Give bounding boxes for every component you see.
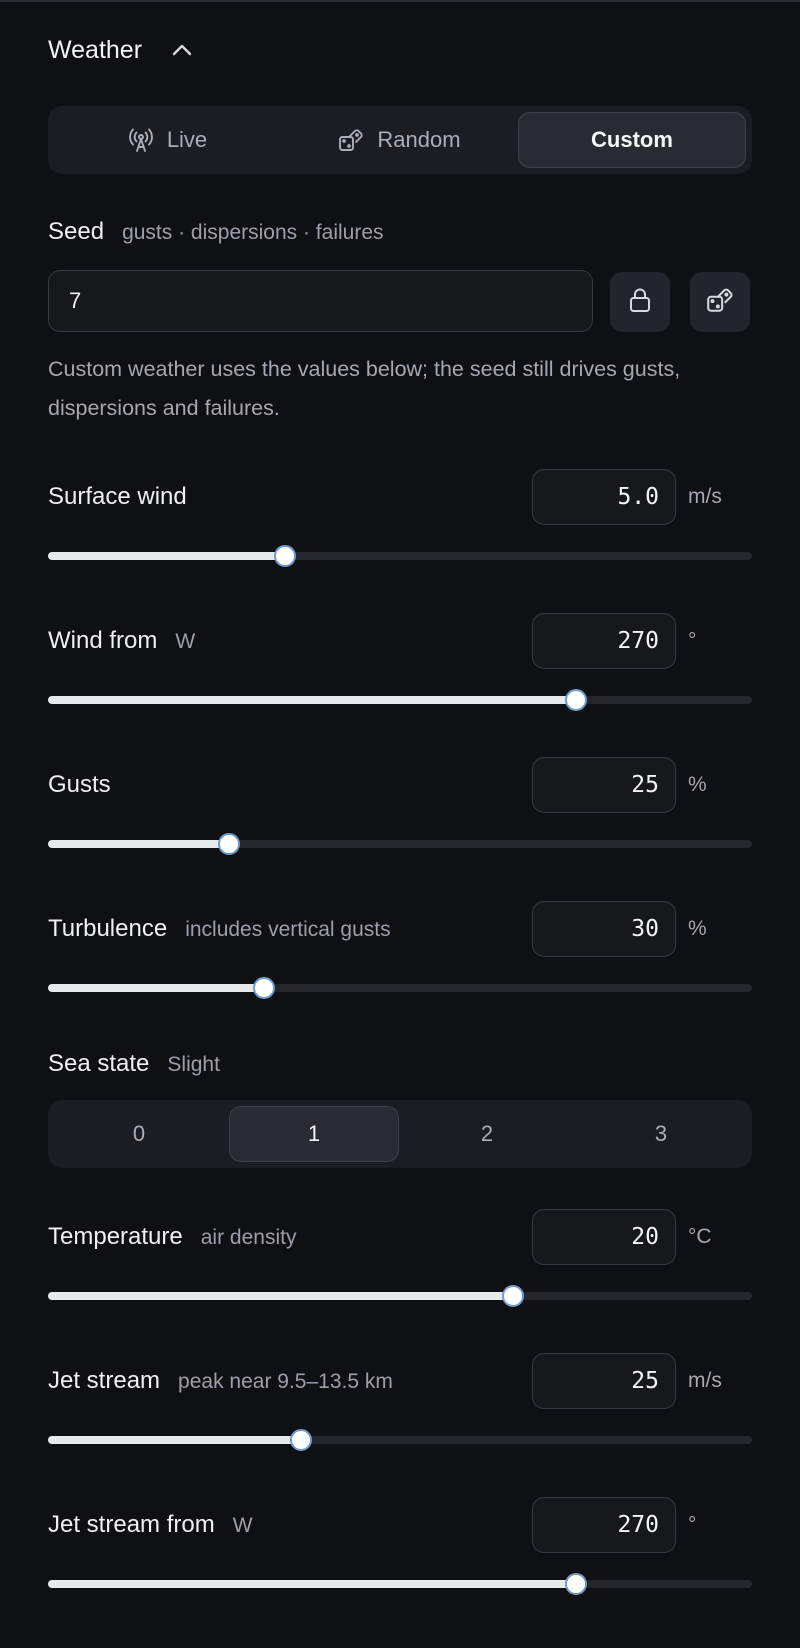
sea-state-label-row: Sea state Slight xyxy=(48,1050,220,1078)
lock-seed-button[interactable] xyxy=(610,272,670,332)
wind-from-slider-thumb[interactable] xyxy=(565,689,587,711)
jet-stream-label-row: Jet stream peak near 9.5–13.5 km xyxy=(48,1367,393,1395)
surface-wind-slider-fill xyxy=(48,552,286,560)
jet-stream-from-slider[interactable] xyxy=(48,1573,752,1595)
jet-stream-slider[interactable] xyxy=(48,1429,752,1451)
temperature-slider-thumb[interactable] xyxy=(501,1285,524,1307)
surface-wind-label: Surface wind xyxy=(48,483,187,510)
seed-label-row: Seed gusts · dispersions · failures xyxy=(48,218,384,246)
turbulence-slider-thumb[interactable] xyxy=(253,977,276,999)
turbulence-slider[interactable] xyxy=(48,977,752,999)
turbulence-slider-fill xyxy=(48,984,265,992)
surface-wind-label-row: Surface wind xyxy=(48,483,187,511)
temperature-unit: °C xyxy=(688,1225,712,1248)
jet-stream-sublabel: peak near 9.5–13.5 km xyxy=(178,1370,393,1393)
surface-wind-value-input[interactable]: 5.0 xyxy=(532,469,676,525)
seed-input[interactable] xyxy=(48,270,593,332)
mode-tab-custom[interactable]: Custom xyxy=(518,112,746,168)
jet-stream-from-label: Jet stream from xyxy=(48,1511,215,1538)
temperature-label-row: Temperature air density xyxy=(48,1223,296,1251)
dice-icon xyxy=(337,126,365,154)
sea-state-option-1[interactable]: 1 xyxy=(229,1106,399,1162)
jet-stream-unit: m/s xyxy=(688,1369,722,1392)
sea-state-label: Sea state xyxy=(48,1050,150,1077)
mode-tab-random-label: Random xyxy=(377,127,461,152)
jet-stream-slider-thumb[interactable] xyxy=(290,1429,313,1451)
temperature-slider[interactable] xyxy=(48,1285,752,1307)
gusts-slider-fill xyxy=(48,840,229,848)
turbulence-value-input[interactable]: 30 xyxy=(532,901,676,957)
gusts-slider[interactable] xyxy=(48,833,752,855)
wind-from-slider-fill xyxy=(48,696,576,704)
surface-wind-slider[interactable] xyxy=(48,545,752,567)
sea-state-option-3[interactable]: 3 xyxy=(576,1106,746,1162)
sea-state-option-2[interactable]: 2 xyxy=(402,1106,572,1162)
sea-state-option-0[interactable]: 0 xyxy=(54,1106,224,1162)
turbulence-label: Turbulence xyxy=(48,915,168,942)
top-divider xyxy=(0,0,800,2)
jet-stream-from-label-row: Jet stream from W xyxy=(48,1511,253,1539)
randomize-seed-button[interactable] xyxy=(690,272,750,332)
seed-sublabel: gusts · dispersions · failures xyxy=(122,221,384,244)
gusts-slider-thumb[interactable] xyxy=(217,833,240,855)
dice-icon xyxy=(705,285,735,320)
lock-icon xyxy=(625,285,655,320)
mode-tab-live[interactable]: Live xyxy=(54,112,280,168)
gusts-unit: % xyxy=(688,773,707,796)
surface-wind-slider-thumb[interactable] xyxy=(274,545,297,567)
wind-from-label-row: Wind from W xyxy=(48,627,195,655)
surface-wind-unit: m/s xyxy=(688,485,722,508)
wind-from-slider[interactable] xyxy=(48,689,752,711)
jet-stream-label: Jet stream xyxy=(48,1367,161,1394)
jet-stream-from-direction: W xyxy=(232,1514,253,1537)
wind-from-label: Wind from xyxy=(48,627,158,654)
jet-stream-from-slider-thumb[interactable] xyxy=(565,1573,587,1595)
temperature-value-input[interactable]: 20 xyxy=(532,1209,676,1265)
weather-mode-selector: Live Random Custom xyxy=(48,106,752,174)
jet-stream-from-unit: ° xyxy=(688,1513,697,1536)
turbulence-sublabel: includes vertical gusts xyxy=(185,918,391,941)
broadcast-icon xyxy=(127,126,155,154)
weather-section-header[interactable]: Weather xyxy=(48,30,194,70)
gusts-label: Gusts xyxy=(48,771,111,798)
mode-tab-random[interactable]: Random xyxy=(286,112,512,168)
turbulence-unit: % xyxy=(688,917,707,940)
section-title: Weather xyxy=(48,35,143,64)
gusts-label-row: Gusts xyxy=(48,771,111,799)
jet-stream-slider-fill xyxy=(48,1436,302,1444)
jet-stream-from-slider-fill xyxy=(48,1580,576,1588)
turbulence-label-row: Turbulence includes vertical gusts xyxy=(48,915,391,943)
wind-from-unit: ° xyxy=(688,629,697,652)
temperature-sublabel: air density xyxy=(200,1226,297,1249)
gusts-value-input[interactable]: 25 xyxy=(532,757,676,813)
mode-tab-custom-label: Custom xyxy=(591,127,673,152)
mode-tab-live-label: Live xyxy=(166,127,208,152)
wind-from-direction: W xyxy=(175,630,196,653)
sea-state-selector: 0 1 2 3 xyxy=(48,1100,752,1168)
jet-stream-value-input[interactable]: 25 xyxy=(532,1353,676,1409)
chevron-up-icon[interactable] xyxy=(170,38,194,62)
temperature-slider-fill xyxy=(48,1292,513,1300)
jet-stream-from-value-input[interactable]: 270 xyxy=(532,1497,676,1553)
seed-help-text: Custom weather uses the values below; th… xyxy=(48,357,681,420)
temperature-label: Temperature xyxy=(48,1223,183,1250)
sea-state-description: Slight xyxy=(167,1053,220,1076)
wind-from-value-input[interactable]: 270 xyxy=(532,613,676,669)
seed-label: Seed xyxy=(48,218,105,245)
